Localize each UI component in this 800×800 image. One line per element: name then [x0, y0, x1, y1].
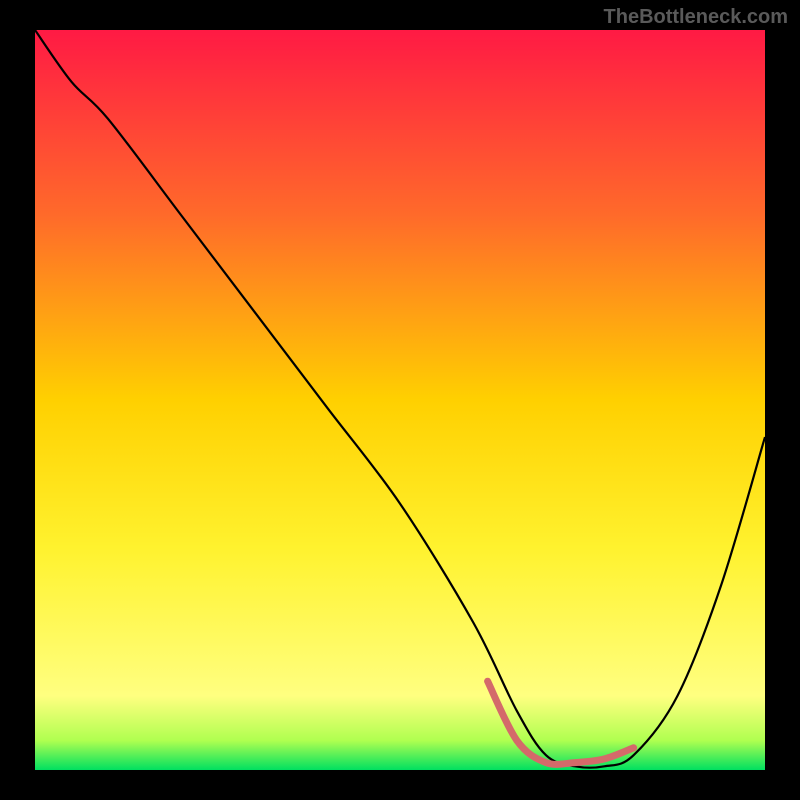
- chart-svg: [35, 30, 765, 770]
- plot-frame: [35, 30, 765, 770]
- chart-background: [35, 30, 765, 770]
- watermark-text: TheBottleneck.com: [604, 6, 788, 29]
